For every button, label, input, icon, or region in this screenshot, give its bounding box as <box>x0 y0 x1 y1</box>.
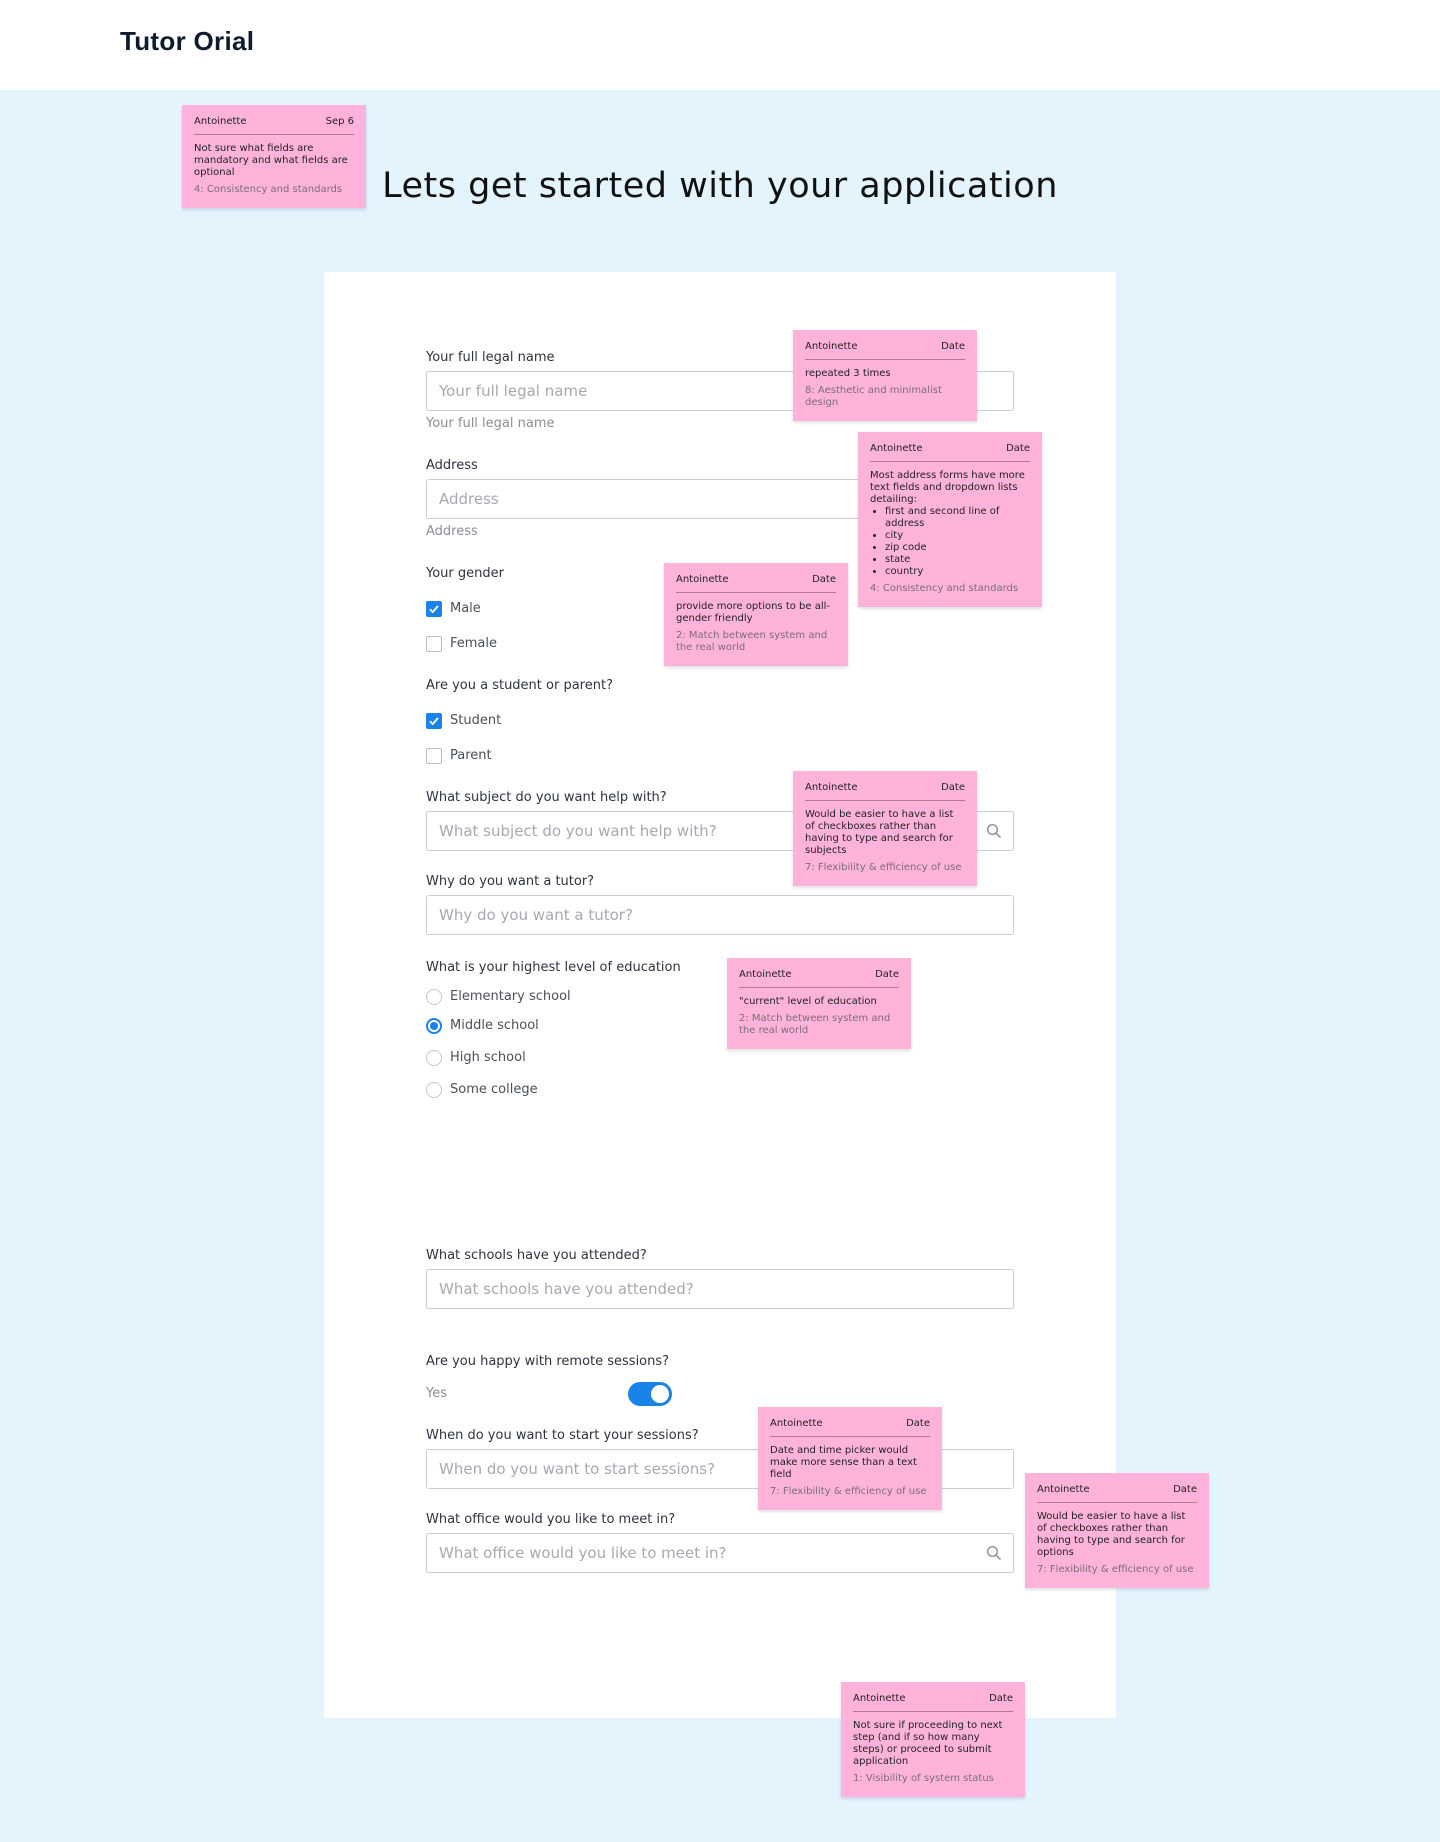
reason-input[interactable] <box>426 895 1014 935</box>
remote-value-label: Yes <box>426 1386 447 1401</box>
sticky-note[interactable]: Antoinette Date Date and time picker woul… <box>758 1407 942 1510</box>
note-author: Antoinette <box>1037 1484 1090 1495</box>
note-date: Date <box>906 1418 930 1429</box>
note-text: Would be easier to have a list of checkb… <box>805 809 954 856</box>
office-search-input[interactable] <box>426 1533 1014 1573</box>
start-label: When do you want to start your sessions? <box>426 1428 699 1443</box>
education-option-label: High school <box>450 1050 526 1065</box>
education-radio-middle-school[interactable] <box>426 1018 442 1034</box>
note-heuristic-tag: 4: Consistency and standards <box>870 583 1019 594</box>
search-icon[interactable] <box>986 823 1002 839</box>
parent-option-label: Parent <box>450 748 492 763</box>
address-label: Address <box>426 458 478 473</box>
note-date: Date <box>941 341 965 352</box>
note-date: Date <box>1173 1484 1197 1495</box>
name-helper-text: Your full legal name <box>426 416 555 431</box>
note-list: first and second line of address city zi… <box>870 506 1030 578</box>
note-heuristic-tag: 4: Consistency and standards <box>194 184 343 195</box>
note-author: Antoinette <box>805 341 858 352</box>
note-list-item: country <box>885 566 1030 578</box>
note-heuristic-tag: 7: Flexibility & efficiency of use <box>1037 1564 1194 1575</box>
note-text: Date and time picker would make more sen… <box>770 1445 917 1480</box>
sticky-note[interactable]: Antoinette Date Would be easier to have a… <box>793 771 977 886</box>
note-author: Antoinette <box>853 1693 906 1704</box>
note-heuristic-tag: 1: Visibility of system status <box>853 1773 994 1784</box>
student-checkbox[interactable] <box>426 713 442 729</box>
note-heuristic-tag: 8: Aesthetic and minimalist design <box>805 385 942 408</box>
note-list-item: state <box>885 554 1030 566</box>
role-label: Are you a student or parent? <box>426 678 613 693</box>
remote-label: Are you happy with remote sessions? <box>426 1354 670 1369</box>
schools-label: What schools have you attended? <box>426 1248 647 1263</box>
note-date: Date <box>875 969 899 980</box>
education-radio-some-college[interactable] <box>426 1082 442 1098</box>
education-option-label: Middle school <box>450 1018 539 1033</box>
brand-logo[interactable]: Tutor Orial <box>120 26 254 57</box>
sticky-note[interactable]: Antoinette Date provide more options to b… <box>664 563 848 666</box>
note-date: Sep 6 <box>325 116 354 127</box>
education-option-label: Elementary school <box>450 989 571 1004</box>
search-icon[interactable] <box>986 1545 1002 1561</box>
sticky-note[interactable]: Antoinette Sep 6 Not sure what fields are… <box>182 105 366 208</box>
education-radio-elementary[interactable] <box>426 989 442 1005</box>
sticky-note[interactable]: Antoinette Date Not sure if proceeding to… <box>841 1682 1025 1797</box>
note-author: Antoinette <box>194 116 247 127</box>
subject-label: What subject do you want help with? <box>426 790 667 805</box>
gender-label: Your gender <box>426 566 504 581</box>
note-author: Antoinette <box>739 969 792 980</box>
note-list-item: zip code <box>885 542 1030 554</box>
name-label: Your full legal name <box>426 350 555 365</box>
toggle-knob <box>651 1385 669 1403</box>
female-option-label: Female <box>450 636 498 651</box>
checkmark-icon <box>429 605 439 614</box>
note-author: Antoinette <box>676 574 729 585</box>
note-author: Antoinette <box>770 1418 823 1429</box>
note-text: Would be easier to have a list of checkb… <box>1037 1511 1186 1558</box>
remote-sessions-toggle[interactable] <box>628 1382 672 1406</box>
education-label: What is your highest level of education <box>426 960 681 975</box>
schools-input[interactable] <box>426 1269 1014 1309</box>
note-date: Date <box>941 782 965 793</box>
note-date: Date <box>1006 443 1030 454</box>
student-option-label: Student <box>450 713 502 728</box>
note-text: "current" level of education <box>739 996 877 1007</box>
page-title: Lets get started with your application <box>382 166 1058 206</box>
note-heuristic-tag: 2: Match between system and the real wor… <box>739 1013 891 1036</box>
note-list-item: first and second line of address <box>885 506 1030 530</box>
male-checkbox[interactable] <box>426 601 442 617</box>
note-author: Antoinette <box>805 782 858 793</box>
sticky-note[interactable]: Antoinette Date Would be easier to have a… <box>1025 1473 1209 1588</box>
note-text: Not sure if proceeding to next step (and… <box>853 1720 1003 1767</box>
sticky-note[interactable]: Antoinette Date repeated 3 times 8: Aesth… <box>793 330 977 421</box>
note-heuristic-tag: 2: Match between system and the real wor… <box>676 630 828 653</box>
male-option-label: Male <box>450 601 481 616</box>
female-checkbox[interactable] <box>426 636 442 652</box>
address-helper-text: Address <box>426 524 478 539</box>
reason-label: Why do you want a tutor? <box>426 874 595 889</box>
note-heuristic-tag: 7: Flexibility & efficiency of use <box>805 862 962 873</box>
note-intro: Most address forms have more text fields… <box>870 470 1025 505</box>
note-list-item: city <box>885 530 1030 542</box>
note-date: Date <box>812 574 836 585</box>
parent-checkbox[interactable] <box>426 748 442 764</box>
sticky-note[interactable]: Antoinette Date Most address forms have m… <box>858 432 1042 607</box>
note-text: Not sure what fields are mandatory and w… <box>194 143 348 178</box>
top-header: Tutor Orial <box>0 0 1440 90</box>
office-label: What office would you like to meet in? <box>426 1512 676 1527</box>
note-text: repeated 3 times <box>805 368 891 379</box>
education-option-label: Some college <box>450 1082 538 1097</box>
note-text: provide more options to be all-gender fr… <box>676 601 831 624</box>
sticky-note[interactable]: Antoinette Date "current" level of educat… <box>727 958 911 1049</box>
note-author: Antoinette <box>870 443 923 454</box>
checkmark-icon <box>429 717 439 726</box>
note-text: Most address forms have more text fields… <box>870 470 1030 578</box>
education-radio-high-school[interactable] <box>426 1050 442 1066</box>
note-date: Date <box>989 1693 1013 1704</box>
note-heuristic-tag: 7: Flexibility & efficiency of use <box>770 1486 927 1497</box>
